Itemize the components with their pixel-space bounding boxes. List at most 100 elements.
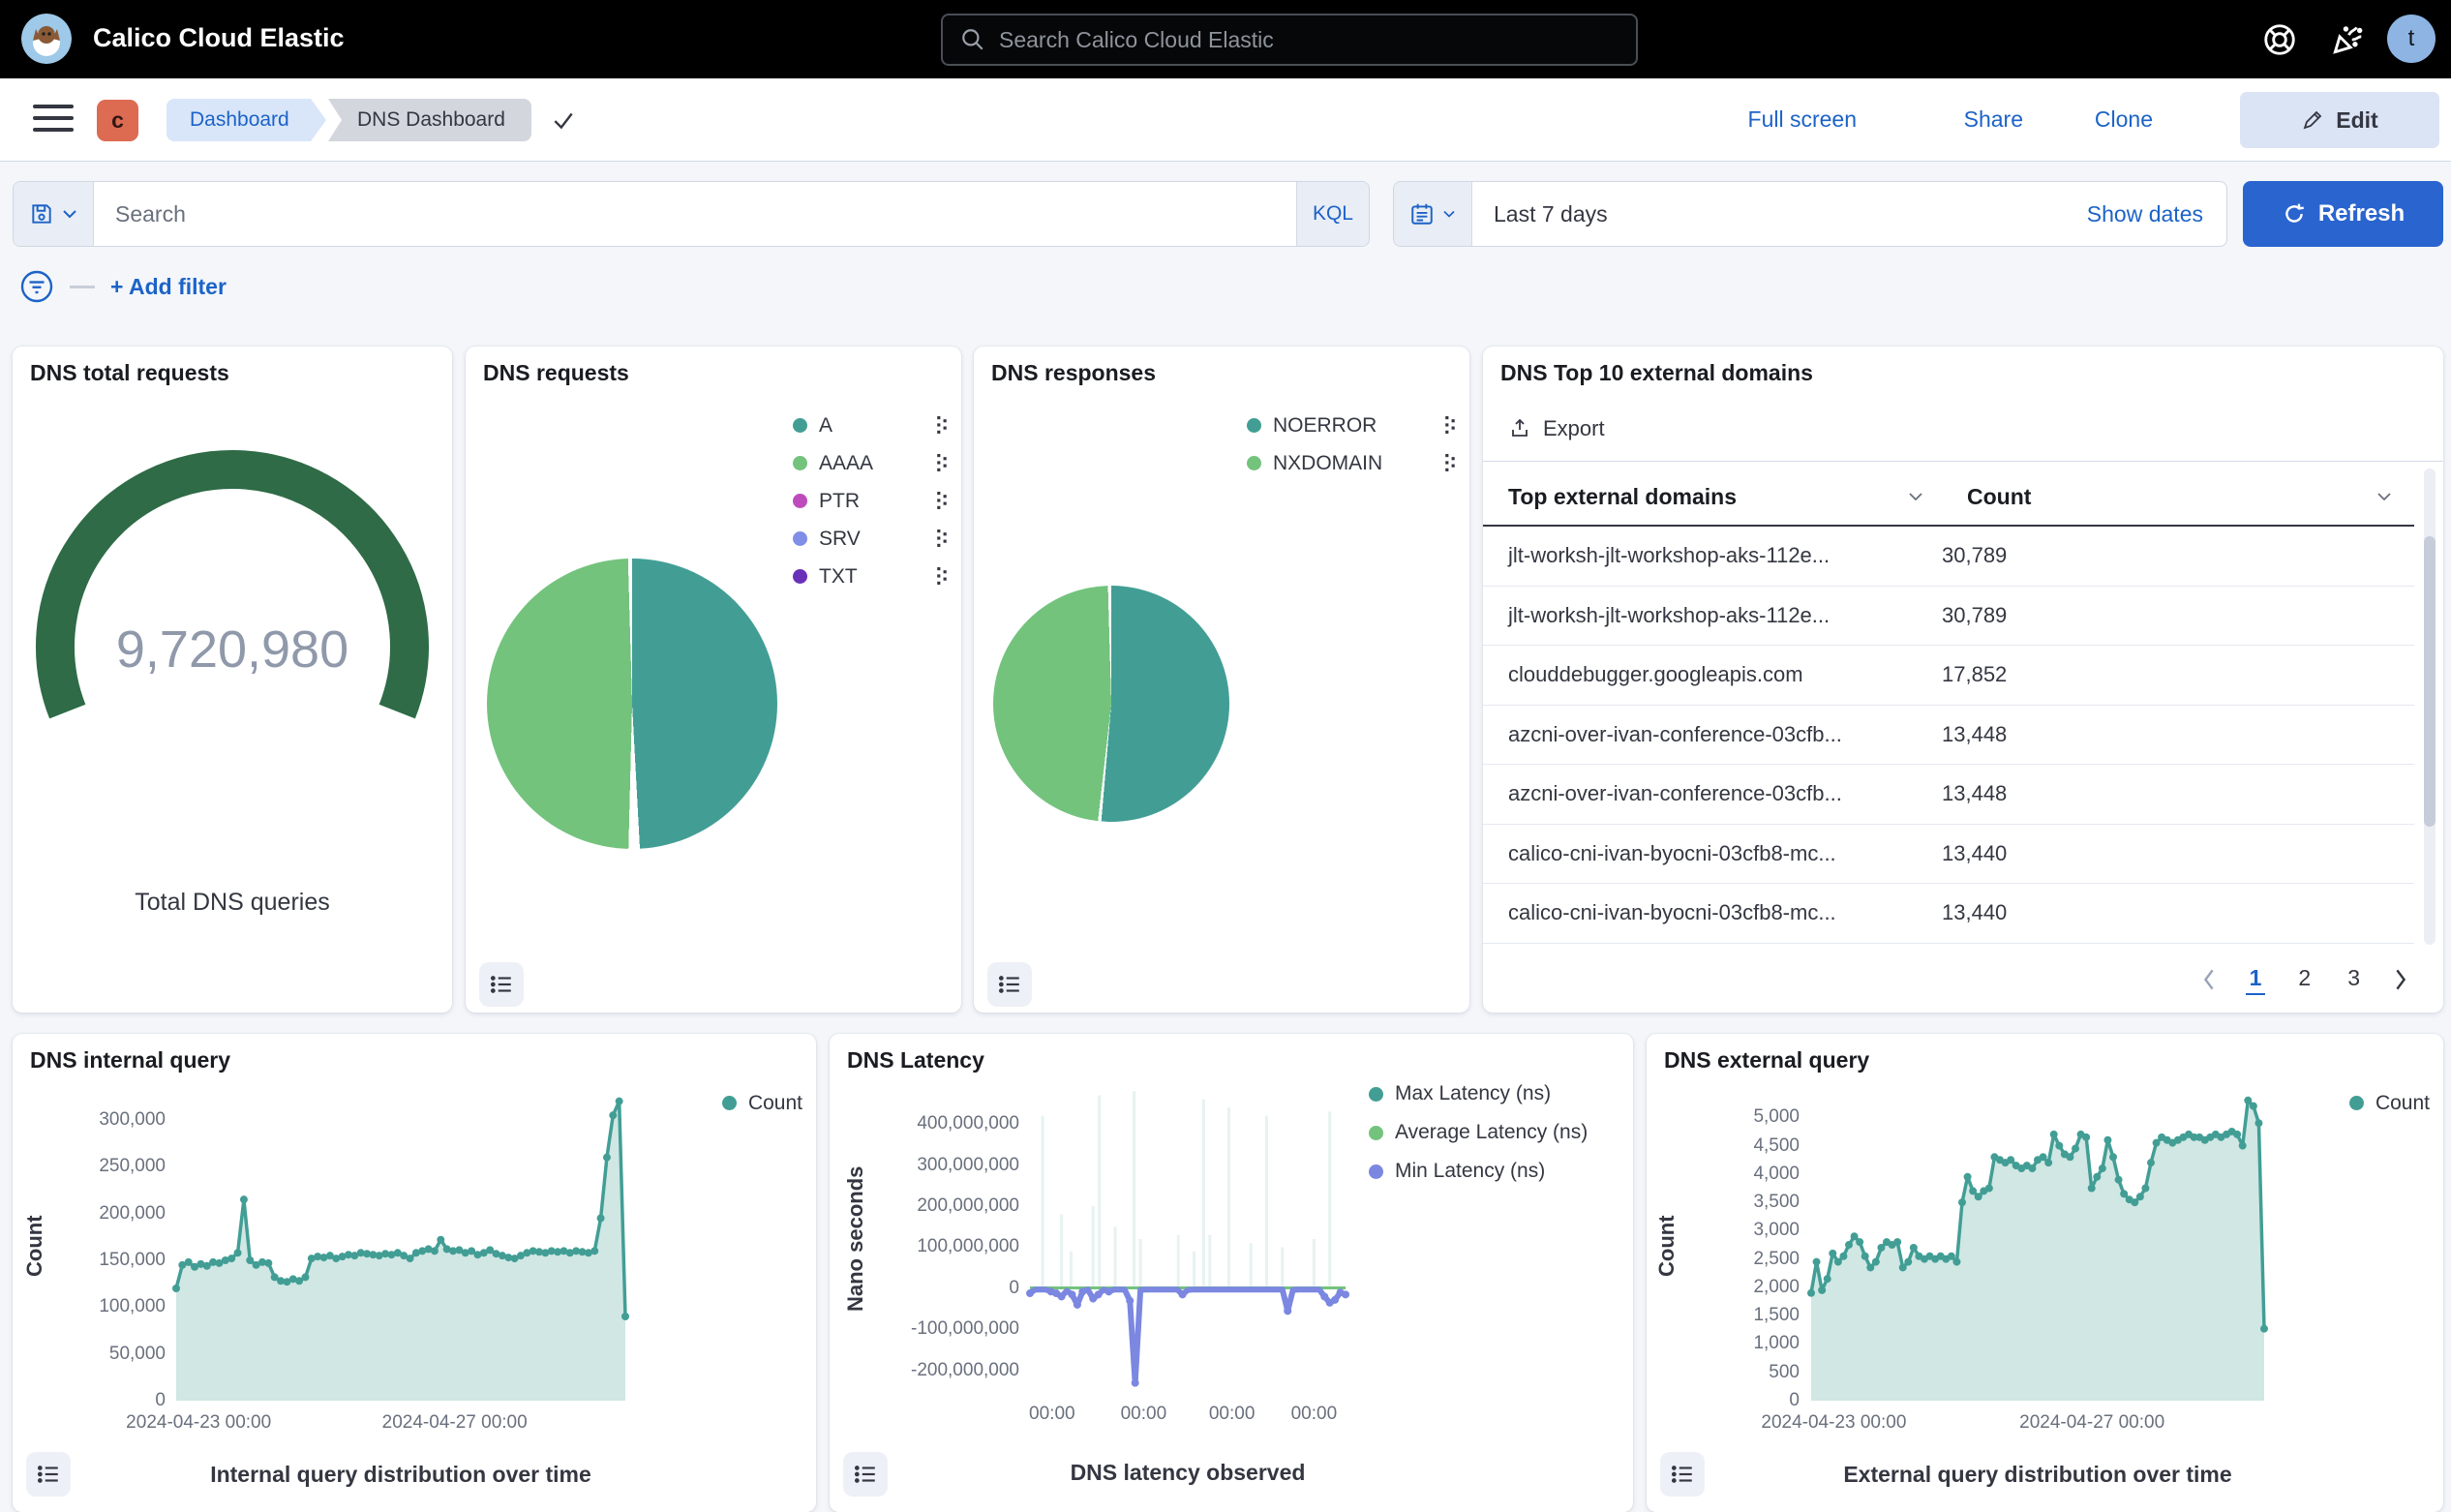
legend-toggle-icon[interactable]: [843, 1452, 888, 1497]
legend-action-icon[interactable]: [937, 492, 948, 510]
panel-title: DNS total requests: [30, 360, 229, 386]
refresh-button[interactable]: Refresh: [2243, 181, 2443, 247]
legend-item[interactable]: NOERROR: [1247, 407, 1456, 444]
legend-item[interactable]: Max Latency (ns): [1369, 1074, 1588, 1113]
column-header-count[interactable]: Count: [1967, 469, 2393, 525]
legend-item[interactable]: Average Latency (ns): [1369, 1113, 1588, 1152]
calendar-menu-button[interactable]: [1394, 182, 1472, 246]
app-title: Calico Cloud Elastic: [93, 23, 345, 53]
global-search[interactable]: [941, 14, 1638, 66]
legend-toggle-icon[interactable]: [987, 962, 1032, 1007]
legend-toggle-icon[interactable]: [479, 962, 524, 1007]
edit-button[interactable]: Edit: [2240, 92, 2439, 148]
latency-chart[interactable]: [1030, 1089, 1346, 1389]
legend-item[interactable]: NXDOMAIN: [1247, 444, 1456, 482]
legend-action-icon[interactable]: [937, 454, 948, 472]
legend-label: TXT: [819, 565, 925, 589]
legend-item[interactable]: TXT: [793, 558, 948, 595]
count-cell: 13,440: [1942, 900, 2007, 925]
count-cell: 30,789: [1942, 603, 2007, 628]
add-filter-link[interactable]: + Add filter: [110, 274, 227, 300]
chart-legend: Count: [722, 1084, 802, 1122]
clone-link[interactable]: Clone: [2095, 106, 2153, 133]
legend-action-icon[interactable]: [937, 567, 948, 586]
legend-toggle-icon[interactable]: [26, 1452, 71, 1497]
table-row: clouddebugger.googleapis.com17,852: [1483, 646, 2414, 706]
share-link[interactable]: Share: [1964, 106, 2023, 133]
legend-item[interactable]: SRV: [793, 520, 948, 558]
x-axis-ticks: 00:0000:0000:0000:00: [1030, 1404, 1346, 1433]
legend-swatch: [793, 494, 807, 508]
space-badge[interactable]: c: [97, 100, 138, 141]
panel-dns-internal-query: DNS internal query Count Count 050,00010…: [13, 1034, 816, 1512]
kql-search-input[interactable]: [94, 182, 1296, 246]
breadcrumb-dashboard[interactable]: Dashboard: [166, 99, 326, 141]
legend-item[interactable]: Count: [722, 1084, 802, 1122]
legend-item[interactable]: Min Latency (ns): [1369, 1152, 1588, 1191]
internal-query-chart[interactable]: [176, 1092, 625, 1401]
legend-item[interactable]: AAAA: [793, 444, 948, 482]
panel-title: DNS Latency: [847, 1047, 984, 1074]
count-cell: 13,440: [1942, 841, 2007, 866]
legend-item[interactable]: PTR: [793, 482, 948, 520]
legend-label: A: [819, 414, 925, 438]
global-search-input[interactable]: [999, 27, 1619, 53]
table-row: calico-cni-ivan-byocni-03cfb8-mc...13,44…: [1483, 825, 2414, 885]
divider: [1483, 461, 2443, 462]
chevron-down-icon: [1442, 209, 1456, 219]
user-avatar[interactable]: t: [2387, 15, 2436, 63]
filter-divider: [70, 286, 95, 288]
legend-item[interactable]: Count: [2349, 1084, 2430, 1122]
chevron-down-icon: [62, 208, 77, 220]
next-page-icon[interactable]: [2393, 968, 2408, 991]
refresh-button-label: Refresh: [2318, 200, 2405, 227]
menu-icon[interactable]: [33, 105, 74, 136]
table-row: azcni-over-ivan-conference-03cfb...13,44…: [1483, 765, 2414, 825]
page-2-button[interactable]: 2: [2294, 963, 2315, 995]
panel-dns-requests: DNS requests AAAAAPTRSRVTXT: [466, 347, 961, 1013]
app-logo[interactable]: [21, 14, 72, 64]
legend-action-icon[interactable]: [1445, 416, 1456, 435]
domain-cell: azcni-over-ivan-conference-03cfb...: [1483, 722, 1942, 747]
table-row: azcni-over-ivan-conference-03cfb...13,44…: [1483, 706, 2414, 766]
legend-label: NXDOMAIN: [1273, 452, 1434, 475]
legend-label: Max Latency (ns): [1395, 1082, 1588, 1105]
legend-action-icon[interactable]: [937, 416, 948, 435]
legend-label: Average Latency (ns): [1395, 1121, 1588, 1144]
panel-dns-responses: DNS responses NOERRORNXDOMAIN: [974, 347, 1469, 1013]
legend-label: Count: [2375, 1092, 2430, 1115]
external-query-chart[interactable]: [1811, 1092, 2264, 1401]
page-1-button[interactable]: 1: [2246, 963, 2266, 995]
pie-legend: NOERROR NXDOMAIN: [1247, 407, 1456, 482]
legend-item[interactable]: A: [793, 407, 948, 444]
full-screen-link[interactable]: Full screen: [1748, 106, 1857, 133]
gauge-value: 9,720,980: [13, 620, 452, 680]
domain-cell: azcni-over-ivan-conference-03cfb...: [1483, 781, 1942, 806]
time-range-value[interactable]: Last 7 days: [1472, 182, 2087, 246]
table-row: jlt-worksh-jlt-workshop-aks-112e...30,78…: [1483, 527, 2414, 587]
previous-page-icon[interactable]: [2201, 968, 2217, 991]
table-pagination: 123: [2201, 963, 2408, 995]
count-cell: 30,789: [1942, 543, 2007, 568]
table-scrollbar-thumb[interactable]: [2424, 536, 2436, 827]
kql-language-button[interactable]: KQL: [1296, 182, 1369, 246]
edit-button-label: Edit: [2336, 107, 2377, 134]
filter-row: + Add filter: [19, 269, 227, 304]
dns-requests-pie[interactable]: [487, 559, 777, 849]
help-icon[interactable]: [2261, 21, 2298, 58]
legend-action-icon[interactable]: [937, 529, 948, 548]
panel-title: DNS internal query: [30, 1047, 230, 1074]
legend-action-icon[interactable]: [1445, 454, 1456, 472]
filter-icon[interactable]: [19, 269, 54, 304]
show-dates-link[interactable]: Show dates: [2087, 182, 2226, 246]
dns-responses-pie[interactable]: [993, 586, 1229, 822]
saved-query-menu-button[interactable]: [14, 182, 94, 246]
column-header-domains[interactable]: Top external domains: [1508, 469, 1924, 525]
export-button[interactable]: Export: [1508, 416, 1605, 441]
domain-cell: jlt-worksh-jlt-workshop-aks-112e...: [1483, 603, 1942, 628]
page-3-button[interactable]: 3: [2344, 963, 2364, 995]
whats-new-icon[interactable]: [2329, 21, 2366, 58]
legend-swatch: [1247, 418, 1261, 433]
legend-toggle-icon[interactable]: [1660, 1452, 1705, 1497]
dashboard-toolbar: c Dashboard DNS Dashboard Full screen Sh…: [0, 78, 2451, 162]
